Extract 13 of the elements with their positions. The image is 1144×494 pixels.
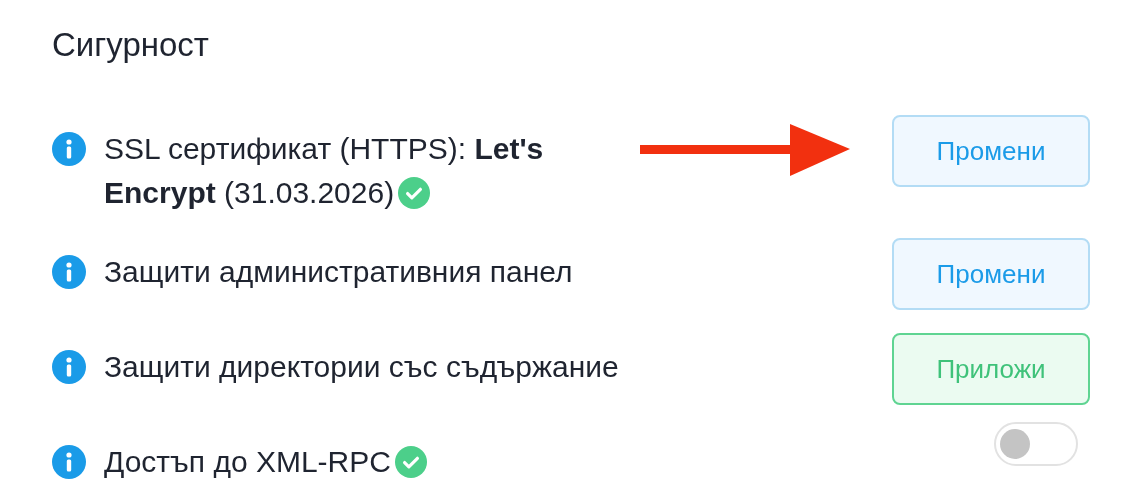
info-icon[interactable] [52,350,86,384]
section-title: Сигурност [52,25,209,65]
setting-label: Защити директории със съдържание [104,350,619,383]
info-icon[interactable] [52,132,86,166]
action-button[interactable]: Промени [892,115,1090,187]
setting-label: SSL сертификат (HTTPS): Let's Encrypt (31.03.2026) [104,132,544,209]
setting-label: Достъп до XML-RPC [104,445,391,478]
toggle-switch[interactable] [994,422,1078,466]
setting-label: Защити административния панел [104,255,573,288]
info-icon[interactable] [52,445,86,479]
action-button[interactable]: Приложи [892,333,1090,405]
info-icon[interactable] [52,255,86,289]
action-button[interactable]: Промени [892,238,1090,310]
